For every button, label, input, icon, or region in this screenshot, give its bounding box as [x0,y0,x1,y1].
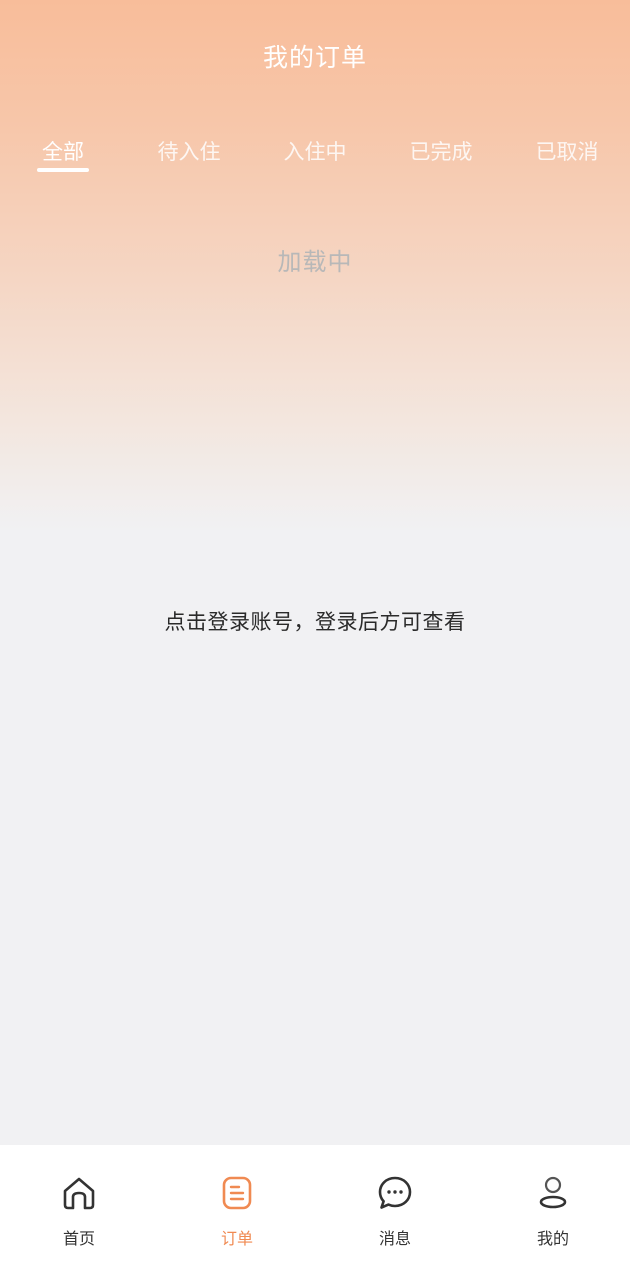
nav-item-profile[interactable]: 我的 [474,1145,630,1280]
active-tab-indicator [37,168,89,172]
page-title: 我的订单 [262,43,367,72]
message-icon [378,1176,412,1209]
tab-completed[interactable]: 已完成 [378,136,504,166]
tab-all[interactable]: 全部 [0,136,126,166]
loading-text: 加载中 [277,248,353,276]
tab-pending-checkin[interactable]: 待入住 [126,136,252,166]
order-tabs: 全部 待入住 入住中 已完成 已取消 [0,136,630,180]
nav-label-messages: 消息 [378,1229,411,1248]
tab-cancelled[interactable]: 已取消 [504,136,630,166]
profile-icon [539,1176,567,1209]
bottom-nav: 首页 订单 消息 我的 [0,1145,630,1280]
nav-item-messages[interactable]: 消息 [316,1145,474,1280]
nav-item-home[interactable]: 首页 [0,1145,158,1280]
nav-item-orders[interactable]: 订单 [158,1145,316,1280]
nav-label-orders: 订单 [220,1229,253,1248]
login-prompt-link[interactable]: 点击登录账号，登录后方可查看 [0,606,630,636]
tab-checked-in[interactable]: 入住中 [252,136,378,166]
page: 我的订单 全部 待入住 入住中 已完成 已取消 加载中 点击登录账号，登录后方可… [0,0,630,1280]
home-icon [63,1177,95,1210]
nav-label-home: 首页 [62,1229,95,1248]
nav-label-profile: 我的 [536,1229,569,1248]
order-icon [222,1176,252,1210]
